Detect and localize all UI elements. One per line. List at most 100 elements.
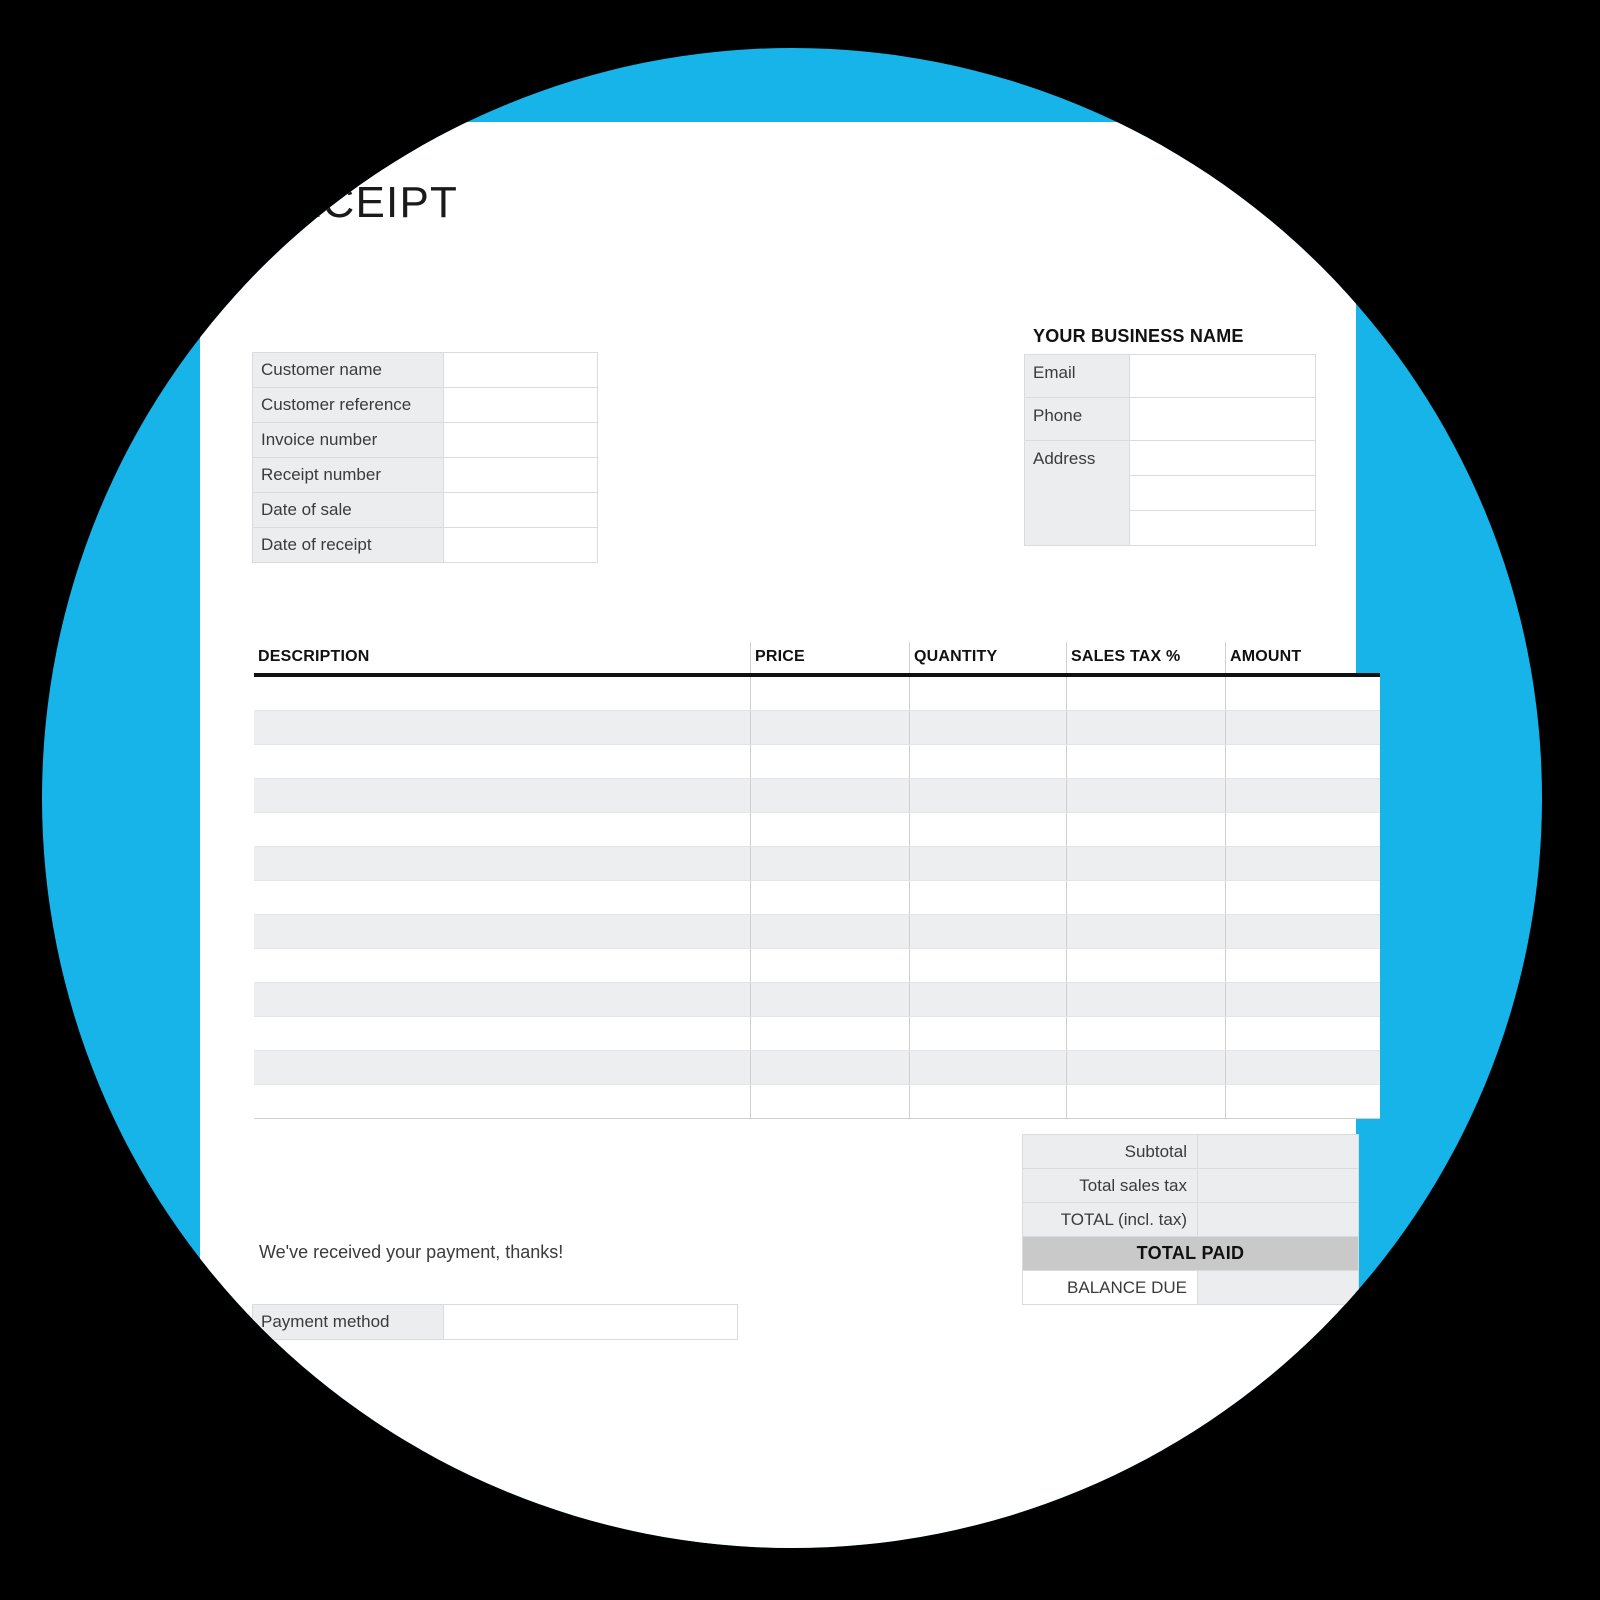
date-of-sale-label: Date of sale xyxy=(252,492,444,528)
table-row: Address xyxy=(1024,440,1317,546)
item-description-cell[interactable] xyxy=(254,846,751,881)
invoice-number-field[interactable] xyxy=(442,422,598,458)
item-quantity-cell[interactable] xyxy=(909,1084,1067,1119)
item-description-cell[interactable] xyxy=(254,880,751,915)
item-amount-cell[interactable] xyxy=(1225,846,1380,881)
line-items-body xyxy=(254,675,1380,1119)
item-quantity-cell[interactable] xyxy=(909,948,1067,983)
item-description-cell[interactable] xyxy=(254,710,751,745)
table-row: Customer reference xyxy=(252,387,598,423)
business-name-heading: YOUR BUSINESS NAME xyxy=(1033,326,1244,346)
item-sales-tax-cell[interactable] xyxy=(1066,778,1226,813)
thanks-note: We've received your payment, thanks! xyxy=(259,1242,564,1262)
item-quantity-cell[interactable] xyxy=(909,1050,1067,1085)
item-sales-tax-cell[interactable] xyxy=(1066,1050,1226,1085)
item-price-cell[interactable] xyxy=(750,948,910,983)
customer-name-field[interactable] xyxy=(442,352,598,388)
total-sales-tax-label: Total sales tax xyxy=(1022,1168,1198,1203)
item-quantity-cell[interactable] xyxy=(909,880,1067,915)
item-amount-cell[interactable] xyxy=(1225,778,1380,813)
item-quantity-cell[interactable] xyxy=(909,744,1067,779)
date-of-sale-field[interactable] xyxy=(442,492,598,528)
item-sales-tax-cell[interactable] xyxy=(1066,710,1226,745)
table-row xyxy=(254,948,1380,983)
item-quantity-cell[interactable] xyxy=(909,982,1067,1017)
item-description-cell[interactable] xyxy=(254,675,751,711)
items-header-row: DESCRIPTION PRICE QUANTITY SALES TAX % A… xyxy=(254,642,1380,677)
total-incl-tax-value[interactable] xyxy=(1197,1202,1359,1237)
business-email-field[interactable] xyxy=(1128,354,1317,398)
item-price-cell[interactable] xyxy=(750,914,910,949)
item-amount-cell[interactable] xyxy=(1225,948,1380,983)
receipt-template-canvas: RECEIPT Customer name Customer reference… xyxy=(0,0,1600,1600)
item-sales-tax-cell[interactable] xyxy=(1066,1016,1226,1051)
item-sales-tax-cell[interactable] xyxy=(1066,846,1226,881)
item-description-cell[interactable] xyxy=(254,1016,751,1051)
table-row: Date of receipt xyxy=(252,527,598,563)
item-description-cell[interactable] xyxy=(254,1050,751,1085)
item-price-cell[interactable] xyxy=(750,710,910,745)
total-sales-tax-value[interactable] xyxy=(1197,1168,1359,1203)
item-sales-tax-cell[interactable] xyxy=(1066,744,1226,779)
balance-due-value[interactable] xyxy=(1197,1270,1359,1305)
business-address-field-line3[interactable] xyxy=(1128,510,1317,546)
subtotal-value[interactable] xyxy=(1197,1134,1359,1169)
item-price-cell[interactable] xyxy=(750,1050,910,1085)
customer-reference-field[interactable] xyxy=(442,387,598,423)
item-price-cell[interactable] xyxy=(750,846,910,881)
item-quantity-cell[interactable] xyxy=(909,1016,1067,1051)
item-description-cell[interactable] xyxy=(254,1084,751,1119)
business-address-field-line2[interactable] xyxy=(1128,475,1317,511)
table-row xyxy=(254,744,1380,779)
item-sales-tax-cell[interactable] xyxy=(1066,914,1226,949)
item-sales-tax-cell[interactable] xyxy=(1066,812,1226,847)
table-row: BALANCE DUE xyxy=(1022,1270,1359,1305)
item-price-cell[interactable] xyxy=(750,778,910,813)
item-description-cell[interactable] xyxy=(254,744,751,779)
item-quantity-cell[interactable] xyxy=(909,710,1067,745)
item-amount-cell[interactable] xyxy=(1225,675,1380,711)
date-of-receipt-field[interactable] xyxy=(442,527,598,563)
item-amount-cell[interactable] xyxy=(1225,710,1380,745)
item-price-cell[interactable] xyxy=(750,812,910,847)
payment-method-field[interactable] xyxy=(443,1304,738,1340)
customer-reference-label: Customer reference xyxy=(252,387,444,423)
item-quantity-cell[interactable] xyxy=(909,675,1067,711)
item-description-cell[interactable] xyxy=(254,982,751,1017)
item-amount-cell[interactable] xyxy=(1225,744,1380,779)
item-sales-tax-cell[interactable] xyxy=(1066,1084,1226,1119)
item-amount-cell[interactable] xyxy=(1225,1050,1380,1085)
item-description-cell[interactable] xyxy=(254,914,751,949)
table-row: Payment method xyxy=(251,1304,738,1340)
item-quantity-cell[interactable] xyxy=(909,778,1067,813)
total-paid-row: TOTAL PAID xyxy=(1022,1236,1359,1271)
item-amount-cell[interactable] xyxy=(1225,914,1380,949)
item-description-cell[interactable] xyxy=(254,778,751,813)
item-sales-tax-cell[interactable] xyxy=(1066,880,1226,915)
item-amount-cell[interactable] xyxy=(1225,982,1380,1017)
table-row: Customer name xyxy=(252,352,598,388)
business-phone-field[interactable] xyxy=(1128,397,1317,441)
table-row xyxy=(254,1016,1380,1051)
item-price-cell[interactable] xyxy=(750,982,910,1017)
item-price-cell[interactable] xyxy=(750,1084,910,1119)
item-sales-tax-cell[interactable] xyxy=(1066,675,1226,711)
item-description-cell[interactable] xyxy=(254,812,751,847)
item-price-cell[interactable] xyxy=(750,1016,910,1051)
business-address-field-line1[interactable] xyxy=(1128,440,1317,476)
item-sales-tax-cell[interactable] xyxy=(1066,948,1226,983)
item-amount-cell[interactable] xyxy=(1225,812,1380,847)
item-quantity-cell[interactable] xyxy=(909,846,1067,881)
item-price-cell[interactable] xyxy=(750,880,910,915)
item-amount-cell[interactable] xyxy=(1225,1016,1380,1051)
item-amount-cell[interactable] xyxy=(1225,880,1380,915)
item-quantity-cell[interactable] xyxy=(909,812,1067,847)
item-description-cell[interactable] xyxy=(254,948,751,983)
item-amount-cell[interactable] xyxy=(1225,1084,1380,1119)
item-price-cell[interactable] xyxy=(750,675,910,711)
item-sales-tax-cell[interactable] xyxy=(1066,982,1226,1017)
table-row xyxy=(254,812,1380,847)
item-quantity-cell[interactable] xyxy=(909,914,1067,949)
item-price-cell[interactable] xyxy=(750,744,910,779)
receipt-number-field[interactable] xyxy=(442,457,598,493)
